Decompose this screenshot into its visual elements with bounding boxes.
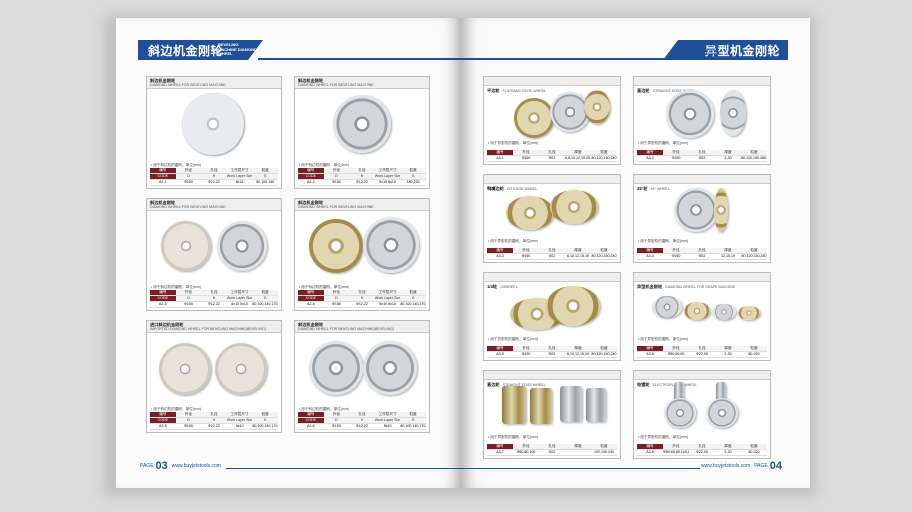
product-card: 斜边机金刚轮 DIAMOND WHEEL FOR BEVELING MACHINE…	[146, 76, 282, 189]
product-card: 直边轮 STRAIGHT EDGE WHEEL • 用于异型机的磨削，单位(mm)…	[483, 370, 621, 459]
left-page: 斜边机金刚轮 BEVELING MACHINE DIAMOND WHEEL 斜边…	[116, 18, 461, 488]
spec-table: 编号 外径 孔径 厚度 粒度 A3-3 Φ150 Φ22 6,10,12,15,19 80,12…	[487, 248, 617, 260]
product-image	[147, 211, 281, 281]
right-page: 异型机金刚轮 DOUBLE EDGE STRAIGHT EDGE MACHINE…	[461, 18, 810, 488]
page-label: PAGE	[754, 463, 768, 469]
spec-table: 编号 外径 孔径 工作层尺寸 粒度 CODE D H Work Layer Size G A2-…	[150, 290, 278, 308]
page-subtitle: BEVELING MACHINE DIAMOND WHEEL	[218, 42, 257, 57]
footer-line	[226, 468, 461, 469]
header-line	[258, 58, 461, 60]
spec-table: 编号 外径 孔径 工作层尺寸 粒度 CODE D H Work Layer Size G A2-…	[298, 290, 426, 308]
spec-table: 编号 外径 孔径 厚度 粒度 A3-7 Φ50,80,100 Φ22 100,150,240	[487, 444, 617, 456]
left-footer: PAGE 03 www.buyjetstools.com	[140, 460, 221, 472]
product-image	[295, 333, 429, 403]
card-note: • 用于异型机的磨削，单位(mm)	[638, 337, 689, 341]
spec-table: 编号 外径 孔径 厚度 粒度 A3-5 Φ150 Φ22 6,10,12,15,19 80,12…	[487, 346, 617, 358]
footer-line	[461, 468, 700, 469]
card-subtitle: IMPORTED DIAMOND WHEEL FOR BEVELING MACH…	[150, 327, 267, 331]
product-card: 电镀轮 ELECTROPLATED WHEEL • 用于异型机的磨削，单位(mm)…	[633, 370, 771, 459]
product-card: 斜边机金刚轮 DIAMOND WHEEL FOR BEVELING MACHINE…	[294, 320, 430, 433]
spec-table: 编号外径孔径厚度粒度 A3-8Φ50,60,80,100,125,150,200…	[637, 444, 767, 456]
spec-table: 编号 外径 孔径 工作层尺寸 粒度 CODE D H Work Layer Size G A2-…	[150, 412, 278, 430]
product-image	[634, 282, 770, 334]
card-subtitle: DIAMOND WHEEL FOR BEVELING MACHINE(BEVEL…	[298, 327, 395, 331]
right-header: 异型机金刚轮 DOUBLE EDGE STRAIGHT EDGE MACHINE…	[461, 40, 788, 68]
card-subtitle: DIAMOND WHEEL FOR BEVELING MACHINE	[298, 83, 374, 87]
product-card: 进口斜边机金刚轮 IMPORTED DIAMOND WHEEL FOR BEVEL…	[146, 320, 282, 433]
card-note: • 用于异型机的磨削，单位(mm)	[638, 435, 689, 439]
spec-table: 编号 外径 孔径 工作层尺寸 粒度 CODE D H Work Layer Size G A2-…	[298, 168, 426, 186]
product-card: 鸭嘴边轮 OG EDGE WHEEL • 用于异型机的磨削，单位(mm) 编号 外径…	[483, 174, 621, 263]
spec-table: 编号 外径 孔径 厚度 粒度 A3-6 Φ50,60,80 Φ22,90 2-30 80-320	[637, 346, 767, 358]
product-image	[484, 184, 620, 236]
page-subtitle: DOUBLE EDGE STRAIGHT EDGE MACHINE DIAMON…	[679, 42, 718, 61]
website: www.buyjetstools.com	[171, 463, 221, 469]
spec-table: 编号 外径 孔径 厚度 粒度 A3-4 Φ150 Φ22 12,15,19 80,120,150…	[637, 248, 767, 260]
page-number: 03	[155, 460, 168, 472]
website: www.buyjetstools.com	[701, 463, 751, 469]
product-image	[634, 380, 770, 432]
card-note: • 用于异型机的磨削，单位(mm)	[488, 337, 539, 341]
spec-table: 编号 外径 孔径 工作层尺寸 粒度 CODE D H Work Layer Size G A2-…	[298, 412, 426, 430]
product-card: 45°轮 45° WHEEL • 用于异型机的磨削，单位(mm) 编号 外径 孔径 厚度…	[633, 174, 771, 263]
product-grid: 斜边机金刚轮 DIAMOND WHEEL FOR BEVELING MACHINE…	[146, 76, 430, 433]
product-card: 异型机金刚轮 DIAMOND WHEEL FOR SHAPE MACHINE • …	[633, 272, 771, 361]
product-image	[634, 86, 770, 138]
card-subtitle: DIAMOND WHEEL FOR BEVELING MACHINE	[150, 83, 226, 87]
product-image	[147, 89, 281, 159]
product-card: 斜边机金刚轮 DIAMOND WHEEL FOR BEVELING MACHINE…	[294, 198, 430, 311]
spec-table: 编号 外径 孔径 工作层尺寸 粒度 CODE D H Work Layer Size G A2-…	[150, 168, 278, 186]
product-image	[147, 333, 281, 403]
spec-table: 编号 外径 孔径 厚度 粒度 A3-2 Φ150 Φ22 2-30 80,120,150,180…	[637, 150, 767, 162]
product-image	[634, 184, 770, 236]
card-subtitle: DIAMOND WHEEL FOR BEVELING MACHINE	[150, 205, 226, 209]
page-title: 斜边机金刚轮	[148, 44, 224, 58]
card-subtitle: DIAMOND WHEEL FOR BEVELING MACHINE	[298, 205, 374, 209]
product-image	[295, 211, 429, 281]
product-image	[295, 89, 429, 159]
product-card: 1/4轮 1/4WHEEL • 用于异型机的磨削，单位(mm) 编号 外径 孔径 厚度粒…	[483, 272, 621, 361]
card-note: • 用于异型机的磨削，单位(mm)	[638, 239, 689, 243]
page-label: PAGE	[140, 463, 154, 469]
left-header: 斜边机金刚轮 BEVELING MACHINE DIAMOND WHEEL	[138, 40, 461, 68]
product-image	[484, 282, 620, 334]
card-note: • 用于异型机的磨削，单位(mm)	[488, 141, 539, 145]
product-grid: 平边轮 FLATBAND EDGE WHEEL • 用于异型机的磨削，单位(mm)…	[483, 76, 771, 459]
product-image	[484, 86, 620, 138]
product-card: 直边轮 STRAIGHT EDGE WHEEL • 用于异型机的磨削，单位(mm)…	[633, 76, 771, 165]
page-number: 04	[769, 460, 782, 472]
product-card: 平边轮 FLATBAND EDGE WHEEL • 用于异型机的磨削，单位(mm)…	[483, 76, 621, 165]
product-card: 斜边机金刚轮 DIAMOND WHEEL FOR BEVELING MACHINE…	[294, 76, 430, 189]
header-line	[461, 58, 668, 60]
card-note: • 用于异型机的磨削，单位(mm)	[488, 435, 539, 439]
spec-table: 编号外径孔径厚度粒度 A3-1Φ150Φ226,8,10,12,19,25,30…	[487, 150, 617, 162]
card-note: • 用于异型机的磨削，单位(mm)	[638, 141, 689, 145]
card-note: • 用于异型机的磨削，单位(mm)	[488, 239, 539, 243]
product-image	[484, 380, 620, 432]
product-card: 斜边机金刚轮 DIAMOND WHEEL FOR BEVELING MACHINE…	[146, 198, 282, 311]
right-footer: www.buyjetstools.com PAGE 04	[701, 460, 786, 472]
